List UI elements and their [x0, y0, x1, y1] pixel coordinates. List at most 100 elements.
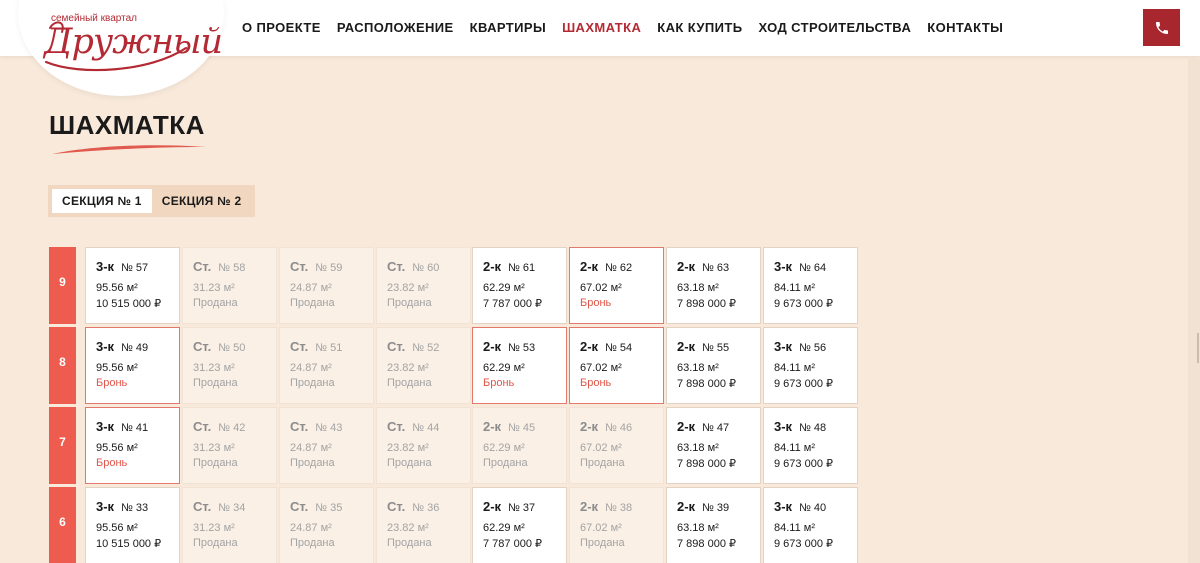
tab-section-1[interactable]: СЕКЦИЯ № 1 — [52, 189, 152, 213]
apartment-area: 95.56 м² — [96, 282, 138, 294]
apartment-number: № 53 — [508, 342, 536, 354]
apartment-area: 63.18 м² — [677, 442, 719, 454]
main-nav: О ПРОЕКТЕ РАСПОЛОЖЕНИЕ КВАРТИРЫ ШАХМАТКА… — [242, 20, 1019, 35]
apartment-price: Бронь — [96, 377, 128, 389]
apartment-cell[interactable]: 2-к № 46 67.02 м² Продана — [569, 407, 664, 484]
phone-icon — [1155, 21, 1168, 34]
nav-item-how-to-buy[interactable]: КАК КУПИТЬ — [657, 20, 742, 35]
apartment-area: 31.23 м² — [193, 282, 235, 294]
apartment-price: 9 673 000 ₽ — [774, 298, 833, 310]
nav-item-contacts[interactable]: КОНТАКТЫ — [927, 20, 1003, 35]
apartment-area: 84.11 м² — [774, 362, 815, 374]
nav-item-about[interactable]: О ПРОЕКТЕ — [242, 20, 321, 35]
apartment-cell[interactable]: Ст. № 35 24.87 м² Продана — [279, 487, 374, 563]
apartment-type: Ст. — [387, 259, 406, 274]
apartment-price: 7 898 000 ₽ — [677, 298, 736, 310]
apartment-cell[interactable]: 3-к № 57 95.56 м² 10 515 000 ₽ — [85, 247, 180, 324]
apartment-price: Продана — [387, 377, 432, 389]
phone-button[interactable] — [1143, 9, 1180, 46]
apartment-price: Продана — [483, 457, 528, 469]
apartment-type: Ст. — [193, 499, 212, 514]
apartment-type: 2-к — [483, 259, 502, 274]
apartment-area: 23.82 м² — [387, 282, 429, 294]
apartment-number: № 59 — [315, 262, 343, 274]
apartment-type: 3-к — [96, 339, 115, 354]
nav-item-location[interactable]: РАСПОЛОЖЕНИЕ — [337, 20, 454, 35]
apartment-cell[interactable]: 2-к № 55 63.18 м² 7 898 000 ₽ — [666, 327, 761, 404]
apartment-cell[interactable]: 2-к № 39 63.18 м² 7 898 000 ₽ — [666, 487, 761, 563]
apartment-cell[interactable]: Ст. № 58 31.23 м² Продана — [182, 247, 277, 324]
apartment-area: 31.23 м² — [193, 522, 235, 534]
apartment-number: № 41 — [121, 422, 149, 434]
apartment-number: № 40 — [799, 502, 827, 514]
apartment-price: 7 787 000 ₽ — [483, 298, 542, 310]
apartment-cell[interactable]: 3-к № 56 84.11 м² 9 673 000 ₽ — [763, 327, 858, 404]
floor-number: 6 — [49, 487, 76, 563]
nav-item-construction[interactable]: ХОД СТРОИТЕЛЬСТВА — [758, 20, 911, 35]
apartment-cell[interactable]: 2-к № 38 67.02 м² Продана — [569, 487, 664, 563]
apartment-type: 2-к — [677, 419, 696, 434]
apartment-cell[interactable]: Ст. № 52 23.82 м² Продана — [376, 327, 471, 404]
apartment-cell[interactable]: 2-к № 45 62.29 м² Продана — [472, 407, 567, 484]
apartment-area: 67.02 м² — [580, 362, 622, 374]
scrollbar-thumb[interactable] — [1197, 333, 1199, 363]
apartment-area: 63.18 м² — [677, 282, 719, 294]
apartment-cell[interactable]: 3-к № 33 95.56 м² 10 515 000 ₽ — [85, 487, 180, 563]
apartment-price: 7 898 000 ₽ — [677, 458, 736, 470]
apartment-cell[interactable]: 2-к № 63 63.18 м² 7 898 000 ₽ — [666, 247, 761, 324]
apartment-cell[interactable]: Ст. № 42 31.23 м² Продана — [182, 407, 277, 484]
floor-row: 7 3-к № 41 95.56 м² Бронь Ст. № 42 31.23 м² Прод… — [49, 407, 859, 484]
apartment-price: Продана — [290, 457, 335, 469]
nav-item-apartments[interactable]: КВАРТИРЫ — [470, 20, 546, 35]
apartment-type: 2-к — [677, 499, 696, 514]
apartment-cell[interactable]: 3-к № 41 95.56 м² Бронь — [85, 407, 180, 484]
apartment-type: Ст. — [290, 339, 309, 354]
apartment-area: 95.56 м² — [96, 442, 138, 454]
logo-name[interactable]: Дружный — [44, 22, 223, 62]
apartment-cell[interactable]: Ст. № 60 23.82 м² Продана — [376, 247, 471, 324]
apartment-cell[interactable]: 3-к № 64 84.11 м² 9 673 000 ₽ — [763, 247, 858, 324]
apartment-price: Продана — [387, 537, 432, 549]
tab-section-2[interactable]: СЕКЦИЯ № 2 — [152, 189, 252, 213]
apartment-number: № 60 — [412, 262, 440, 274]
apartment-price: 9 673 000 ₽ — [774, 458, 833, 470]
apartment-cell[interactable]: 3-к № 40 84.11 м² 9 673 000 ₽ — [763, 487, 858, 563]
apartment-cell[interactable]: 2-к № 62 67.02 м² Бронь — [569, 247, 664, 324]
apartment-cell[interactable]: Ст. № 44 23.82 м² Продана — [376, 407, 471, 484]
apartment-area: 63.18 м² — [677, 362, 719, 374]
apartment-cell[interactable]: 3-к № 48 84.11 м² 9 673 000 ₽ — [763, 407, 858, 484]
apartment-type: 2-к — [580, 339, 599, 354]
apartment-cell[interactable]: 2-к № 54 67.02 м² Бронь — [569, 327, 664, 404]
apartment-number: № 35 — [315, 502, 343, 514]
apartment-cell[interactable]: 2-к № 61 62.29 м² 7 787 000 ₽ — [472, 247, 567, 324]
apartment-number: № 57 — [121, 262, 149, 274]
apartment-price: Продана — [387, 297, 432, 309]
apartment-cell[interactable]: 2-к № 53 62.29 м² Бронь — [472, 327, 567, 404]
apartment-cell[interactable]: 3-к № 49 95.56 м² Бронь — [85, 327, 180, 404]
apartment-area: 23.82 м² — [387, 362, 429, 374]
apartment-cell[interactable]: Ст. № 43 24.87 м² Продана — [279, 407, 374, 484]
apartment-cell[interactable]: 2-к № 37 62.29 м² 7 787 000 ₽ — [472, 487, 567, 563]
apartment-cell[interactable]: Ст. № 59 24.87 м² Продана — [279, 247, 374, 324]
apartment-cell[interactable]: Ст. № 50 31.23 м² Продана — [182, 327, 277, 404]
floor-number: 7 — [49, 407, 76, 484]
apartment-number: № 55 — [702, 342, 730, 354]
apartment-price: Продана — [193, 457, 238, 469]
apartment-cell[interactable]: 2-к № 47 63.18 м² 7 898 000 ₽ — [666, 407, 761, 484]
apartment-cell[interactable]: Ст. № 51 24.87 м² Продана — [279, 327, 374, 404]
apartment-type: 2-к — [677, 339, 696, 354]
apartment-number: № 54 — [605, 342, 633, 354]
apartment-number: № 52 — [412, 342, 440, 354]
apartment-cell[interactable]: Ст. № 34 31.23 м² Продана — [182, 487, 277, 563]
apartment-type: 3-к — [96, 259, 115, 274]
floor-row: 6 3-к № 33 95.56 м² 10 515 000 ₽ Ст. № 34 31.23… — [49, 487, 859, 563]
scrollbar[interactable] — [1188, 58, 1200, 563]
apartment-type: 2-к — [677, 259, 696, 274]
apartment-price: Продана — [290, 537, 335, 549]
apartment-price: 9 673 000 ₽ — [774, 378, 833, 390]
apartment-type: 2-к — [483, 499, 502, 514]
apartment-number: № 39 — [702, 502, 730, 514]
nav-item-chessboard[interactable]: ШАХМАТКА — [562, 20, 641, 35]
apartment-price: 7 898 000 ₽ — [677, 378, 736, 390]
apartment-cell[interactable]: Ст. № 36 23.82 м² Продана — [376, 487, 471, 563]
